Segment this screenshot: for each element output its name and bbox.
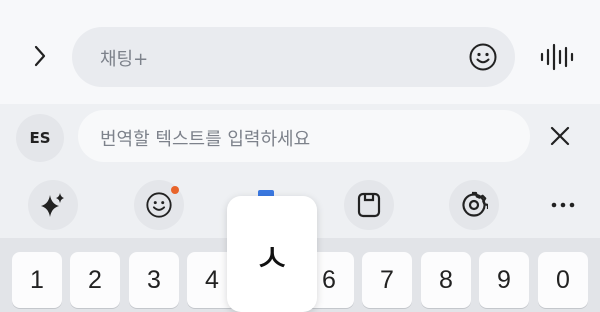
sparkle-icon[interactable] <box>28 180 78 230</box>
gear-icon[interactable] <box>449 180 499 230</box>
key-0[interactable]: 0 <box>538 252 588 308</box>
clipboard-icon[interactable] <box>344 180 394 230</box>
notification-dot <box>171 186 179 194</box>
chat-bar: 채팅+ <box>0 0 600 104</box>
chat-input[interactable]: 채팅+ <box>72 27 515 87</box>
chat-placeholder: 채팅+ <box>100 49 149 70</box>
smiley-icon[interactable] <box>134 180 184 230</box>
key-preview-char: ㅅ <box>253 236 291 282</box>
language-button[interactable]: ES <box>16 114 64 162</box>
close-icon[interactable] <box>544 120 576 152</box>
translate-placeholder: 번역할 텍스트를 입력하세요 <box>100 129 311 150</box>
chevron-right-icon[interactable] <box>24 40 56 72</box>
translate-bar: ES 번역할 텍스트를 입력하세요 <box>0 104 600 172</box>
smiley-icon[interactable] <box>467 41 499 73</box>
key-7[interactable]: 7 <box>362 252 412 308</box>
more-icon[interactable] <box>538 180 588 230</box>
waveform-icon[interactable] <box>536 40 576 74</box>
translate-input[interactable]: 번역할 텍스트를 입력하세요 <box>78 110 530 162</box>
key-9[interactable]: 9 <box>479 252 529 308</box>
key-8[interactable]: 8 <box>421 252 471 308</box>
key-preview-popup: ㅅ <box>227 196 317 312</box>
key-2[interactable]: 2 <box>70 252 120 308</box>
key-1[interactable]: 1 <box>12 252 62 308</box>
key-3[interactable]: 3 <box>129 252 179 308</box>
